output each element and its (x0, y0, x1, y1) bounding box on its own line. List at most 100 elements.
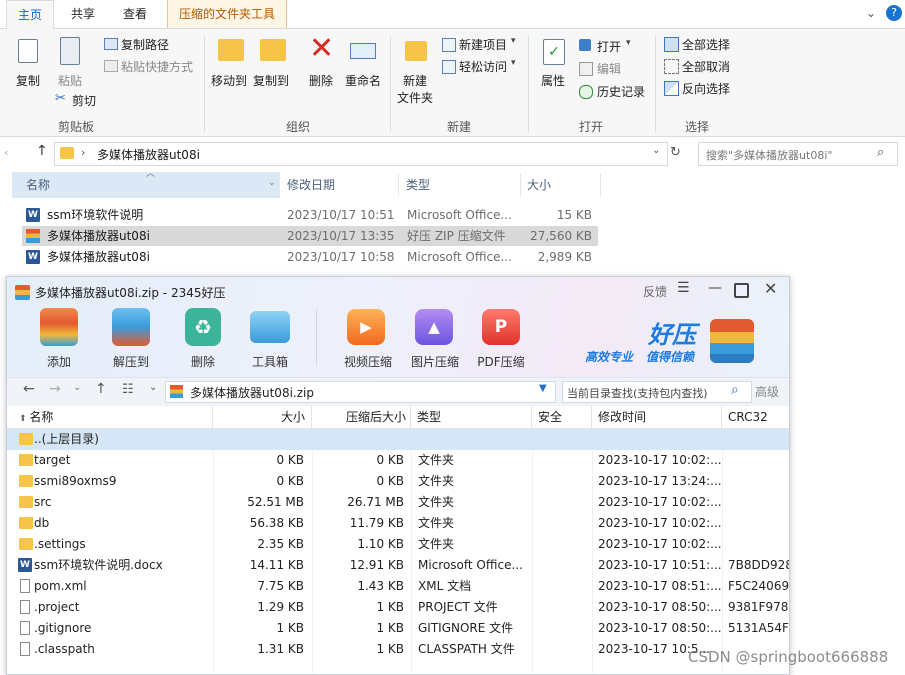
archive-row-size: 2.35 KB (257, 537, 304, 551)
view-mode-icon[interactable]: ☷ (122, 382, 134, 397)
new-folder-button[interactable]: 新建 (403, 72, 427, 89)
new-item-button[interactable]: 新建项目 (459, 36, 507, 53)
column-header-modified[interactable]: 修改日期 (287, 172, 335, 198)
archive-row[interactable]: .classpath 1.31 KB 1 KB CLASSPATH 文件 202… (7, 639, 789, 660)
archive-row[interactable]: .gitignore 1 KB 1 KB GITIGNORE 文件 2023-1… (7, 618, 789, 639)
paste-button[interactable]: 粘贴 (58, 72, 82, 89)
toolbar-extract-to[interactable]: 解压到 (96, 353, 166, 370)
history-button[interactable]: 历史记录 (597, 83, 645, 100)
toolbar-image-compress[interactable]: 图片压缩 (400, 353, 470, 370)
toolbar-delete[interactable]: 删除 (168, 353, 238, 370)
column-header-type[interactable]: 类型 (406, 172, 430, 198)
tab-home[interactable]: 主页 (6, 0, 55, 29)
copy-to-button[interactable]: 复制到 (253, 72, 289, 89)
feedback-link[interactable]: 反馈 (643, 283, 667, 300)
column-header-name[interactable]: ⬆ 名称 (13, 406, 213, 428)
back-arrow-icon[interactable]: ← (23, 381, 35, 397)
up-arrow-icon[interactable]: ↑ (36, 143, 48, 159)
properties-button[interactable]: 属性 (541, 72, 565, 89)
archive-row[interactable]: ssmi89oxms9 0 KB 0 KB 文件夹 2023-10-17 13:… (7, 471, 789, 492)
breadcrumb-current[interactable]: 多媒体播放器ut08i (97, 146, 200, 163)
column-header-modified[interactable]: 修改时间 (592, 406, 722, 428)
tab-share[interactable]: 共享 (60, 0, 106, 28)
chevron-down-icon[interactable]: ⌄ (149, 382, 157, 393)
chevron-down-icon[interactable]: ⌄ (73, 382, 81, 393)
archive-search-input[interactable]: 当前目录查找(支持包内查找) (567, 385, 708, 401)
search-input[interactable]: 搜索"多媒体播放器ut08i" (706, 147, 832, 163)
cut-button[interactable]: 剪切 (72, 92, 96, 109)
toolbar-add[interactable]: 添加 (24, 353, 94, 370)
column-header-crc32[interactable]: CRC32 (722, 406, 789, 428)
toolbar-video-compress[interactable]: 视频压缩 (333, 353, 403, 370)
archive-row[interactable]: pom.xml 7.75 KB 1.43 KB XML 文档 2023-10-1… (7, 576, 789, 597)
archive-row[interactable]: db 56.38 KB 11.79 KB 文件夹 2023-10-17 10:0… (7, 513, 789, 534)
tab-compressed-folder-tools[interactable]: 压缩的文件夹工具 (167, 0, 288, 28)
recycle-delete-icon[interactable]: ♻ (185, 308, 221, 346)
tab-view[interactable]: 查看 (112, 0, 158, 28)
edit-button[interactable]: 编辑 (597, 60, 621, 77)
chevron-down-icon[interactable]: ⌄ (268, 178, 276, 188)
search-icon[interactable]: ⌕ (877, 145, 884, 160)
column-header-type[interactable]: 类型 (411, 406, 532, 428)
archive-search-box[interactable]: 当前目录查找(支持包内查找) ⌕ (562, 381, 752, 403)
file-row-selected[interactable]: 多媒体播放器ut08i 2023/10/17 13:35 好压 ZIP 压缩文件… (22, 226, 598, 246)
zip-archive-icon (26, 229, 40, 243)
extract-to-icon[interactable] (112, 308, 150, 346)
search-box[interactable]: 搜索"多媒体播放器ut08i" ⌕ (698, 142, 898, 166)
minimize-icon[interactable]: — (708, 280, 722, 296)
archive-row-packed: 0 KB (376, 474, 404, 488)
delete-button[interactable]: 删除 (309, 72, 333, 89)
archive-row-modified: 2023-10-17 10:02:... (598, 516, 722, 530)
copy-path-button[interactable]: 复制路径 (121, 36, 169, 53)
archive-row[interactable]: .settings 2.35 KB 1.10 KB 文件夹 2023-10-17… (7, 534, 789, 555)
refresh-icon[interactable]: ↻ (670, 145, 681, 160)
help-icon[interactable]: ? (886, 5, 902, 21)
column-header-name[interactable]: 名称 (26, 172, 50, 198)
toolbar-toolbox[interactable]: 工具箱 (235, 353, 305, 370)
back-arrow-icon[interactable]: ‹ (4, 146, 8, 159)
file-row[interactable]: W 多媒体播放器ut08i 2023/10/17 10:58 Microsoft… (22, 247, 598, 267)
rename-button[interactable]: 重命名 (345, 72, 381, 89)
forward-arrow-icon[interactable]: → (49, 381, 61, 397)
archive-row-modified: 2023-10-17 08:51:... (598, 579, 722, 593)
copy-button[interactable]: 复制 (16, 72, 40, 89)
maximize-icon[interactable] (734, 283, 749, 298)
video-compress-icon[interactable]: ▶ (347, 309, 385, 345)
brand-slogan-1: 高效专业 (585, 350, 634, 364)
file-row[interactable]: W ssm环境软件说明 2023/10/17 10:51 Microsoft O… (22, 205, 598, 225)
paste-shortcut-button[interactable]: 粘贴快捷方式 (121, 58, 193, 75)
dropdown-arrow-icon[interactable]: ▼ (539, 383, 547, 394)
pdf-compress-icon[interactable]: P (482, 309, 520, 345)
column-header-size[interactable]: 大小 (213, 406, 312, 428)
archive-row[interactable]: .project 1.29 KB 1 KB PROJECT 文件 2023-10… (7, 597, 789, 618)
address-bar[interactable]: › 多媒体播放器ut08i ⌄ (54, 142, 668, 166)
advanced-search-link[interactable]: 高级 (755, 383, 779, 400)
column-header-size[interactable]: 大小 (527, 172, 551, 198)
folder-icon (19, 433, 33, 445)
select-none-button[interactable]: 全部取消 (682, 58, 730, 75)
select-all-button[interactable]: 全部选择 (682, 36, 730, 53)
search-icon[interactable]: ⌕ (731, 382, 739, 398)
toolbox-icon[interactable] (250, 311, 290, 343)
archive-row[interactable]: src 52.51 MB 26.71 MB 文件夹 2023-10-17 10:… (7, 492, 789, 513)
ribbon: 复制 粘贴 复制路径 粘贴快捷方式 ✂ 剪切 剪贴板 移动到 复制到 ✕ 删除 … (0, 29, 905, 137)
move-to-button[interactable]: 移动到 (211, 72, 247, 89)
image-compress-icon[interactable]: ▲ (415, 309, 453, 345)
column-header-security[interactable]: 安全 (532, 406, 592, 428)
menu-icon[interactable]: ☰ (677, 280, 690, 296)
toolbar-pdf-compress[interactable]: PDF压缩 (466, 353, 536, 370)
up-arrow-icon[interactable]: ↑ (95, 381, 107, 397)
archive-row-size: 56.38 KB (249, 516, 304, 530)
invert-selection-button[interactable]: 反向选择 (682, 80, 730, 97)
archive-row[interactable]: target 0 KB 0 KB 文件夹 2023-10-17 10:02:..… (7, 450, 789, 471)
column-header-packed-size[interactable]: 压缩后大小 (312, 406, 411, 428)
close-icon[interactable]: ✕ (764, 279, 777, 298)
archive-row-parent-dir[interactable]: ..(上层目录) (7, 429, 789, 450)
easy-access-button[interactable]: 轻松访问 (459, 58, 507, 75)
open-button[interactable]: 打开 (597, 38, 621, 55)
chevron-down-icon[interactable]: ⌄ (652, 145, 660, 156)
chevron-down-icon[interactable]: ⌄ (866, 6, 876, 20)
add-icon[interactable] (40, 308, 78, 346)
archive-path-input[interactable]: 多媒体播放器ut08i.zip ▼ (165, 381, 556, 403)
archive-row[interactable]: W ssm环境软件说明.docx 14.11 KB 12.91 KB Micro… (7, 555, 789, 576)
